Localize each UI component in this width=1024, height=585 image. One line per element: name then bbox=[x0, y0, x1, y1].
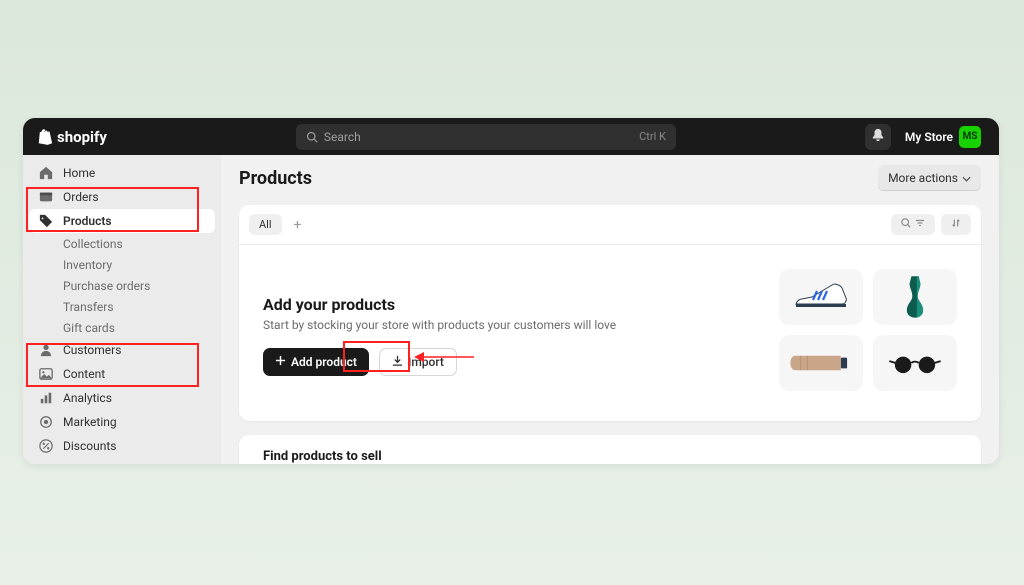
tile-sunglasses bbox=[873, 335, 957, 391]
products-card: All + Add your products bbox=[239, 205, 981, 421]
home-icon bbox=[39, 166, 53, 180]
product-illustration-grid bbox=[779, 269, 957, 391]
bars-icon bbox=[39, 391, 53, 405]
more-actions-label: More actions bbox=[888, 171, 958, 185]
plus-icon bbox=[275, 355, 286, 369]
notifications-button[interactable] bbox=[865, 124, 891, 150]
tile-vase bbox=[873, 269, 957, 325]
tab-add[interactable]: + bbox=[288, 215, 308, 235]
empty-state-title: Add your products bbox=[263, 295, 759, 314]
bell-icon bbox=[871, 127, 885, 146]
find-products-title: Find products to sell bbox=[263, 449, 957, 464]
topbar: shopify Search Ctrl K My Store MS bbox=[23, 118, 999, 155]
download-icon bbox=[392, 355, 403, 369]
app-frame: shopify Search Ctrl K My Store MS bbox=[23, 118, 999, 464]
filter-icon bbox=[915, 218, 925, 231]
sidebar-item-label: Content bbox=[63, 367, 105, 381]
sidebar-item-discounts[interactable]: Discounts bbox=[29, 434, 215, 458]
search-icon bbox=[901, 218, 911, 231]
search-shortcut: Ctrl K bbox=[639, 130, 666, 143]
sort-button[interactable] bbox=[941, 214, 971, 235]
inbox-icon bbox=[39, 190, 53, 204]
chevron-down-icon bbox=[962, 171, 971, 185]
sidebar-item-label: Home bbox=[63, 166, 95, 180]
sidebar-sub-purchase-orders[interactable]: Purchase orders bbox=[29, 275, 215, 296]
sidebar-item-label: Marketing bbox=[63, 415, 117, 429]
main-content: Products More actions All + bbox=[221, 155, 999, 464]
shopify-bag-icon bbox=[37, 128, 53, 146]
sidebar: Home Orders Products Collections Invento… bbox=[23, 155, 221, 464]
sidebar-item-orders[interactable]: Orders bbox=[29, 185, 215, 209]
sidebar-item-label: Customers bbox=[63, 343, 121, 357]
find-products-card: Find products to sell bbox=[239, 435, 981, 464]
page-title: Products bbox=[239, 168, 312, 189]
sidebar-item-home[interactable]: Home bbox=[29, 161, 215, 185]
annotation-arrow bbox=[412, 349, 476, 365]
target-icon bbox=[39, 415, 53, 429]
empty-state: Add your products Start by stocking your… bbox=[239, 245, 981, 421]
add-product-label: Add product bbox=[291, 355, 357, 369]
sidebar-item-label: Products bbox=[63, 214, 112, 228]
brand-text: shopify bbox=[57, 128, 107, 146]
search-input[interactable]: Search Ctrl K bbox=[296, 124, 676, 150]
sidebar-sub-transfers[interactable]: Transfers bbox=[29, 296, 215, 317]
sidebar-item-label: Discounts bbox=[63, 439, 116, 453]
search-placeholder: Search bbox=[324, 130, 361, 144]
search-filter-button[interactable] bbox=[891, 214, 935, 235]
sidebar-item-marketing[interactable]: Marketing bbox=[29, 410, 215, 434]
sidebar-item-analytics[interactable]: Analytics bbox=[29, 386, 215, 410]
percent-icon bbox=[39, 439, 53, 453]
search-icon bbox=[306, 131, 318, 143]
shopify-logo[interactable]: shopify bbox=[37, 128, 107, 146]
card-tabs: All + bbox=[239, 205, 981, 245]
empty-state-text: Add your products Start by stocking your… bbox=[263, 269, 759, 391]
user-icon bbox=[39, 343, 53, 357]
tag-icon bbox=[39, 214, 53, 228]
image-icon bbox=[39, 367, 53, 381]
sidebar-item-label: Orders bbox=[63, 190, 99, 204]
sidebar-item-label: Analytics bbox=[63, 391, 112, 405]
sort-icon bbox=[951, 218, 961, 231]
tile-tube bbox=[779, 335, 863, 391]
empty-state-subtitle: Start by stocking your store with produc… bbox=[263, 318, 759, 332]
sidebar-item-content[interactable]: Content bbox=[29, 362, 215, 386]
tab-all[interactable]: All bbox=[249, 214, 282, 235]
sidebar-sub-inventory[interactable]: Inventory bbox=[29, 254, 215, 275]
sidebar-sub-collections[interactable]: Collections bbox=[29, 233, 215, 254]
add-product-button[interactable]: Add product bbox=[263, 348, 369, 376]
page-header: Products More actions bbox=[239, 165, 981, 191]
sidebar-item-products[interactable]: Products bbox=[29, 209, 215, 233]
sidebar-sub-gift-cards[interactable]: Gift cards bbox=[29, 317, 215, 338]
store-label: My Store bbox=[905, 130, 953, 144]
more-actions-button[interactable]: More actions bbox=[878, 165, 981, 191]
avatar: MS bbox=[959, 126, 981, 148]
store-switcher[interactable]: My Store MS bbox=[901, 124, 985, 150]
tile-sneaker bbox=[779, 269, 863, 325]
sidebar-item-customers[interactable]: Customers bbox=[29, 338, 215, 362]
empty-state-actions: Add product Import bbox=[263, 348, 759, 376]
header-right: My Store MS bbox=[865, 124, 985, 150]
